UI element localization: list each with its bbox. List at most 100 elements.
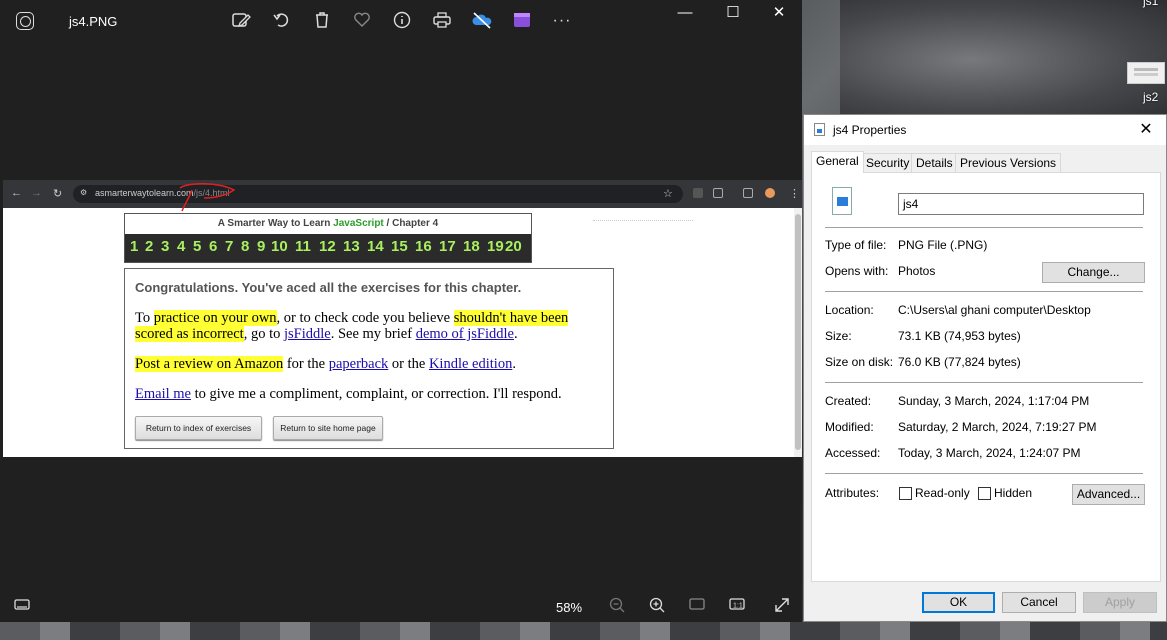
exercise-number: 16 bbox=[415, 238, 432, 255]
advanced-button[interactable]: Advanced... bbox=[1072, 484, 1145, 505]
extension-icon bbox=[693, 188, 703, 198]
chapter-heading: A Smarter Way to Learn JavaScript / Chap… bbox=[125, 214, 531, 234]
size-label: Size: bbox=[825, 329, 852, 343]
exercise-number: 2 bbox=[145, 238, 154, 255]
maximize-button[interactable]: ☐ bbox=[710, 2, 756, 26]
exercise-number: 17 bbox=[439, 238, 456, 255]
cancel-button[interactable]: Cancel bbox=[1002, 592, 1076, 613]
readonly-label[interactable]: Read-only bbox=[915, 486, 970, 500]
exercise-number: 15 bbox=[391, 238, 408, 255]
fit-to-window-icon[interactable] bbox=[686, 596, 708, 618]
desktop-icon-label-js1[interactable]: js1 bbox=[1143, 0, 1158, 8]
minimize-button[interactable]: — bbox=[662, 2, 708, 26]
exercise-number: 5 bbox=[193, 238, 202, 255]
tab-previous-versions[interactable]: Previous Versions bbox=[955, 153, 1062, 172]
tab-details[interactable]: Details bbox=[911, 153, 958, 172]
modified-value: Saturday, 2 March, 2024, 7:19:27 PM bbox=[898, 420, 1097, 434]
return-index-button: Return to index of exercises bbox=[135, 416, 262, 440]
properties-close-button[interactable]: ✕ bbox=[1134, 119, 1158, 141]
type-value: PNG File (.PNG) bbox=[898, 238, 988, 252]
photos-title: js4.PNG bbox=[69, 14, 118, 29]
more-icon[interactable]: ··· bbox=[551, 10, 573, 32]
fullscreen-icon[interactable] bbox=[771, 596, 793, 620]
email-paragraph: Email me to give me a compliment, compla… bbox=[135, 386, 562, 402]
forward-icon: → bbox=[31, 187, 42, 199]
wallpaper-rock-strip bbox=[0, 620, 1167, 640]
info-icon[interactable] bbox=[391, 10, 413, 32]
edit-image-icon[interactable] bbox=[230, 10, 252, 32]
favorite-icon[interactable] bbox=[351, 10, 373, 32]
photos-bottombar: 58% 1:1 bbox=[0, 590, 802, 622]
profile-avatar-icon bbox=[765, 188, 775, 198]
apply-button[interactable]: Apply bbox=[1083, 592, 1157, 613]
print-icon[interactable] bbox=[431, 10, 453, 32]
exercise-number: 7 bbox=[225, 238, 234, 255]
exercise-number: 12 bbox=[319, 238, 336, 255]
close-button[interactable]: ✕ bbox=[756, 2, 802, 26]
size-value: 73.1 KB (74,953 bytes) bbox=[898, 329, 1021, 343]
practice-paragraph: To practice on your own, or to check cod… bbox=[135, 310, 569, 342]
review-paragraph: Post a review on Amazon for the paperbac… bbox=[135, 356, 516, 372]
delete-icon[interactable] bbox=[311, 10, 333, 32]
properties-dialog: js4 Properties ✕ General Security Detail… bbox=[803, 114, 1167, 622]
opens-with-label: Opens with: bbox=[825, 264, 889, 278]
separator bbox=[825, 473, 1143, 474]
exercise-number: 14 bbox=[367, 238, 384, 255]
side-panel-icon bbox=[743, 188, 753, 198]
tab-security[interactable]: Security bbox=[861, 153, 915, 172]
exercise-number: 13 bbox=[343, 238, 360, 255]
photos-app-icon bbox=[16, 12, 34, 30]
browser-toolbar: ← → ↻ ⚙ asmarterwaytolearn.com/js/4.html… bbox=[3, 180, 802, 208]
displayed-image[interactable]: ← → ↻ ⚙ asmarterwaytolearn.com/js/4.html… bbox=[3, 180, 802, 457]
file-title-icon bbox=[814, 123, 825, 136]
chapter-suffix: / Chapter 4 bbox=[386, 218, 439, 229]
svg-text:1:1: 1:1 bbox=[733, 603, 743, 610]
wallpaper-rock bbox=[840, 0, 1167, 120]
chapter-nav-box: A Smarter Way to Learn JavaScript / Chap… bbox=[124, 213, 532, 263]
type-label: Type of file: bbox=[825, 238, 887, 252]
onedrive-icon[interactable] bbox=[471, 10, 493, 32]
desktop-file-icon-js2[interactable] bbox=[1127, 62, 1165, 84]
rotate-icon[interactable] bbox=[271, 10, 293, 32]
tab-general[interactable]: General bbox=[811, 151, 864, 173]
exercise-number: 1 bbox=[130, 238, 139, 255]
zoom-level[interactable]: 58% bbox=[556, 600, 582, 615]
clipchamp-icon[interactable] bbox=[511, 10, 533, 32]
address-bar: ⚙ asmarterwaytolearn.com/js/4.html ☆ bbox=[73, 185, 683, 203]
hidden-label[interactable]: Hidden bbox=[994, 486, 1032, 500]
readonly-checkbox[interactable] bbox=[899, 487, 912, 500]
hidden-checkbox[interactable] bbox=[978, 487, 991, 500]
zoom-in-icon[interactable] bbox=[646, 596, 668, 620]
size-on-disk-value: 76.0 KB (77,824 bytes) bbox=[898, 355, 1021, 369]
desktop-icon-label-js2[interactable]: js2 bbox=[1143, 90, 1158, 104]
attributes-label: Attributes: bbox=[825, 486, 880, 500]
exercise-number: 20 bbox=[505, 238, 522, 255]
size-on-disk-label: Size on disk: bbox=[825, 355, 894, 369]
png-file-icon bbox=[832, 187, 852, 215]
dotted-rule bbox=[593, 220, 693, 222]
actual-size-icon[interactable]: 1:1 bbox=[726, 596, 748, 618]
chapter-js: JavaScript bbox=[333, 218, 384, 229]
change-button[interactable]: Change... bbox=[1042, 262, 1145, 283]
exercise-number: 4 bbox=[177, 238, 186, 255]
accessed-label: Accessed: bbox=[825, 446, 881, 460]
zoom-out-icon[interactable] bbox=[606, 596, 628, 620]
opens-with-value: Photos bbox=[898, 264, 936, 278]
filename-field[interactable]: js4 bbox=[898, 193, 1144, 215]
photos-titlebar: js4.PNG ··· — ☐ ✕ bbox=[0, 0, 802, 42]
bookmark-star-icon: ☆ bbox=[663, 188, 673, 200]
general-panel: js4 Type of file: PNG File (.PNG) Opens … bbox=[811, 172, 1161, 582]
browser-scroll-thumb bbox=[795, 214, 801, 450]
exercise-number-strip: 1 2 3 4 5 6 7 8 9 10 11 12 13 14 15 16 17 18 19 20 bbox=[125, 234, 531, 262]
accessed-value: Today, 3 March, 2024, 1:24:07 PM bbox=[898, 446, 1081, 460]
exercise-number: 9 bbox=[257, 238, 266, 255]
photos-window: js4.PNG ··· — ☐ ✕ ← → ↻ ⚙ asmarterwaytol… bbox=[0, 0, 802, 622]
exercise-number: 3 bbox=[161, 238, 170, 255]
exercise-number: 18 bbox=[463, 238, 480, 255]
filmstrip-icon[interactable] bbox=[11, 596, 33, 618]
exercise-number: 10 bbox=[271, 238, 288, 255]
created-label: Created: bbox=[825, 394, 872, 408]
ok-button[interactable]: OK bbox=[922, 592, 995, 613]
separator bbox=[825, 291, 1143, 292]
created-value: Sunday, 3 March, 2024, 1:17:04 PM bbox=[898, 394, 1090, 408]
